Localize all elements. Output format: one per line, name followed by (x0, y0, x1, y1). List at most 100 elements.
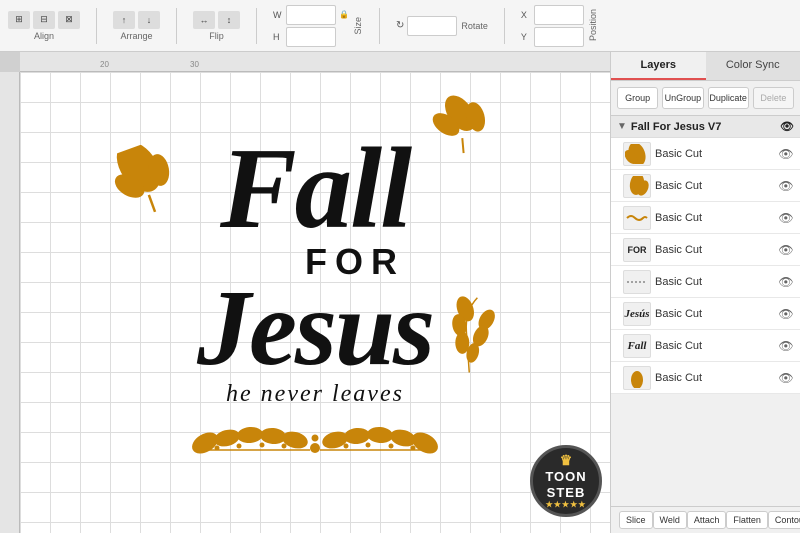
sep5 (504, 8, 505, 44)
position-label: Position (588, 9, 598, 41)
tab-color-sync[interactable]: Color Sync (706, 52, 800, 80)
layer-item[interactable]: Basic Cut 👁 (611, 362, 800, 394)
layer-item[interactable]: FOR Basic Cut 👁 (611, 234, 800, 266)
layer-item[interactable]: Basic Cut 👁 (611, 170, 800, 202)
layer-eye-1[interactable]: 👁 (778, 146, 794, 162)
group-name: Fall For Jesus V7 (631, 121, 721, 133)
layer-eye-8[interactable]: 👁 (778, 370, 794, 386)
layer-eye-3[interactable]: 👁 (778, 210, 794, 226)
align-label: Align (34, 31, 54, 41)
ruler-left (0, 72, 20, 533)
layer-thumb-1 (623, 142, 651, 166)
arrange-group: ↑ ↓ Arrange (113, 11, 160, 41)
layer-item[interactable]: Basic Cut 👁 (611, 202, 800, 234)
h-label: H (273, 32, 283, 42)
x-label: X (521, 10, 531, 20)
flip-icon-2[interactable]: ↕ (218, 11, 240, 29)
align-icon-1[interactable]: ⊞ (8, 11, 30, 29)
layer-item[interactable]: Basic Cut 👁 (611, 266, 800, 298)
toolbar: ⊞ ⊟ ⊠ Align ↑ ↓ Arrange ↔ ↕ Flip W 🔒 H (0, 0, 800, 52)
layer-name-3: Basic Cut (655, 212, 774, 224)
logo-line2: STEB (547, 485, 586, 501)
layer-name-7: Basic Cut (655, 340, 774, 352)
rotate-icon: ↻ (396, 20, 404, 31)
layer-item[interactable]: Fall Basic Cut 👁 (611, 330, 800, 362)
flip-group: ↔ ↕ Flip (193, 11, 240, 41)
sep1 (96, 8, 97, 44)
layer-name-8: Basic Cut (655, 372, 774, 384)
group-expand-icon: ▼ (617, 121, 627, 132)
layer-eye-5[interactable]: 👁 (778, 274, 794, 290)
layer-item[interactable]: Jesús Basic Cut 👁 (611, 298, 800, 330)
delete-button[interactable]: Delete (753, 87, 794, 109)
arrange-icon-1[interactable]: ↑ (113, 11, 135, 29)
panel-actions: Group UnGroup Duplicate Delete (611, 81, 800, 116)
ungroup-button[interactable]: UnGroup (662, 87, 703, 109)
flatten-button[interactable]: Flatten (726, 511, 768, 529)
attach-button[interactable]: Attach (687, 511, 727, 529)
layer-thumb-5 (623, 270, 651, 294)
layer-item[interactable]: Basic Cut 👁 (611, 138, 800, 170)
text-jesus: Jesus (197, 283, 433, 375)
layer-name-2: Basic Cut (655, 180, 774, 192)
size-group: W 🔒 H Size (273, 5, 363, 47)
rotate-input[interactable] (407, 16, 457, 36)
layer-name-6: Basic Cut (655, 308, 774, 320)
layer-group-header[interactable]: ▼ Fall For Jesus V7 👁 (611, 116, 800, 138)
x-input[interactable] (534, 5, 584, 25)
y-label: Y (521, 32, 531, 42)
design-container: Fall FOR Jesus he never leaves (100, 88, 530, 518)
laurel-decoration (175, 418, 455, 468)
main-area: 20 30 (0, 52, 800, 533)
layer-eye-7[interactable]: 👁 (778, 338, 794, 354)
group-button[interactable]: Group (617, 87, 658, 109)
width-input[interactable] (286, 5, 336, 25)
bottom-panel: Slice Weld Attach Flatten Contour (611, 506, 800, 533)
canvas-area[interactable]: 20 30 (0, 52, 610, 533)
align-group: ⊞ ⊟ ⊠ Align (8, 11, 80, 41)
layer-thumb-4: FOR (623, 238, 651, 262)
align-icon-2[interactable]: ⊟ (33, 11, 55, 29)
layer-list: Basic Cut 👁 Basic Cut 👁 Basic Cut 👁 FOR (611, 138, 800, 506)
text-tagline: he never leaves (226, 381, 404, 408)
contour-button[interactable]: Contour (768, 511, 800, 529)
align-icon-3[interactable]: ⊠ (58, 11, 80, 29)
logo-crown-icon: ♛ (560, 452, 573, 469)
logo-line1: TOON (545, 469, 586, 485)
layer-thumb-7: Fall (623, 334, 651, 358)
position-group: X Y Position (521, 5, 598, 47)
main-text-block: Fall FOR Jesus he never leaves (175, 137, 455, 467)
lock-icon: 🔒 (339, 10, 349, 19)
y-input[interactable] (534, 27, 584, 47)
sep4 (379, 8, 380, 44)
slice-button[interactable]: Slice (619, 511, 653, 529)
ruler-mark-30: 30 (190, 60, 199, 69)
arrange-icon-2[interactable]: ↓ (138, 11, 160, 29)
right-panel: Layers Color Sync Group UnGroup Duplicat… (610, 52, 800, 533)
sep3 (256, 8, 257, 44)
ruler-top: 20 30 (20, 52, 610, 72)
logo-badge: ♛ TOON STEB ★★★★★ (530, 445, 602, 517)
layer-eye-2[interactable]: 👁 (778, 178, 794, 194)
flip-icon-1[interactable]: ↔ (193, 11, 215, 29)
rotate-group: ↻ Rotate (396, 16, 488, 36)
rotate-label: Rotate (461, 21, 488, 31)
weld-button[interactable]: Weld (653, 511, 687, 529)
flip-label: Flip (209, 31, 224, 41)
sep2 (176, 8, 177, 44)
height-input[interactable] (286, 27, 336, 47)
layer-name-5: Basic Cut (655, 276, 774, 288)
layer-thumb-6: Jesús (623, 302, 651, 326)
layer-eye-6[interactable]: 👁 (778, 306, 794, 322)
w-label: W (273, 10, 283, 20)
layer-thumb-3 (623, 206, 651, 230)
layer-eye-4[interactable]: 👁 (778, 242, 794, 258)
panel-tabs: Layers Color Sync (611, 52, 800, 81)
ruler-mark-20: 20 (100, 60, 109, 69)
duplicate-button[interactable]: Duplicate (708, 87, 749, 109)
layer-name-1: Basic Cut (655, 148, 774, 160)
canvas-content: Fall FOR Jesus he never leaves (20, 72, 610, 533)
layer-thumb-8 (623, 366, 651, 390)
group-eye-icon[interactable]: 👁 (780, 120, 794, 133)
tab-layers[interactable]: Layers (611, 52, 706, 80)
